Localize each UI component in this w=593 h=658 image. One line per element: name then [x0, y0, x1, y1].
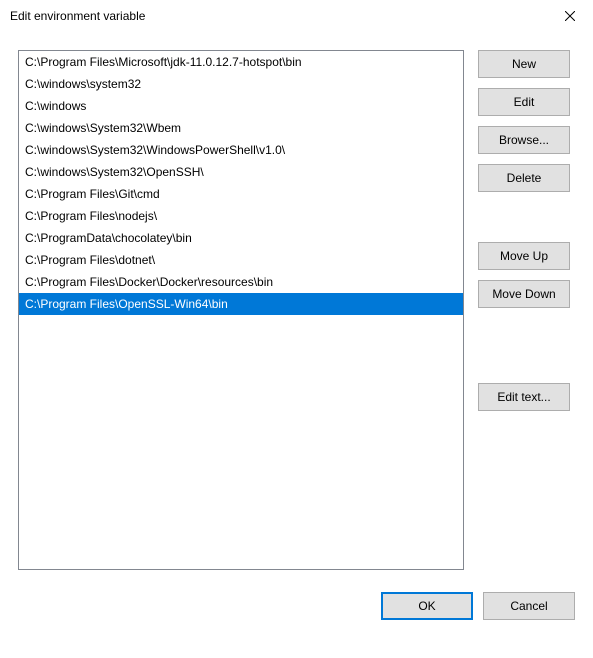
list-item[interactable]: C:\Program Files\dotnet\: [19, 249, 463, 271]
close-icon: [565, 11, 575, 21]
new-button[interactable]: New: [478, 50, 570, 78]
move-down-button[interactable]: Move Down: [478, 280, 570, 308]
list-item[interactable]: C:\ProgramData\chocolatey\bin: [19, 227, 463, 249]
delete-button[interactable]: Delete: [478, 164, 570, 192]
list-item[interactable]: C:\Program Files\nodejs\: [19, 205, 463, 227]
close-button[interactable]: [547, 0, 593, 32]
cancel-button[interactable]: Cancel: [483, 592, 575, 620]
titlebar: Edit environment variable: [0, 0, 593, 32]
path-listbox[interactable]: C:\Program Files\Microsoft\jdk-11.0.12.7…: [18, 50, 464, 570]
dialog-footer: OK Cancel: [18, 592, 575, 630]
list-item[interactable]: C:\windows\system32: [19, 73, 463, 95]
edit-text-button[interactable]: Edit text...: [478, 383, 570, 411]
window-title: Edit environment variable: [10, 9, 547, 23]
list-item[interactable]: C:\windows\System32\OpenSSH\: [19, 161, 463, 183]
list-item[interactable]: C:\Program Files\Git\cmd: [19, 183, 463, 205]
list-item[interactable]: C:\windows: [19, 95, 463, 117]
list-item[interactable]: C:\Program Files\Docker\Docker\resources…: [19, 271, 463, 293]
browse-button[interactable]: Browse...: [478, 126, 570, 154]
move-up-button[interactable]: Move Up: [478, 242, 570, 270]
ok-button[interactable]: OK: [381, 592, 473, 620]
edit-button[interactable]: Edit: [478, 88, 570, 116]
side-button-column: New Edit Browse... Delete Move Up Move D…: [478, 50, 570, 570]
list-item[interactable]: C:\Program Files\OpenSSL-Win64\bin: [19, 293, 463, 315]
list-item[interactable]: C:\windows\System32\WindowsPowerShell\v1…: [19, 139, 463, 161]
list-item[interactable]: C:\Program Files\Microsoft\jdk-11.0.12.7…: [19, 51, 463, 73]
dialog-content: C:\Program Files\Microsoft\jdk-11.0.12.7…: [0, 32, 593, 648]
list-item[interactable]: C:\windows\System32\Wbem: [19, 117, 463, 139]
